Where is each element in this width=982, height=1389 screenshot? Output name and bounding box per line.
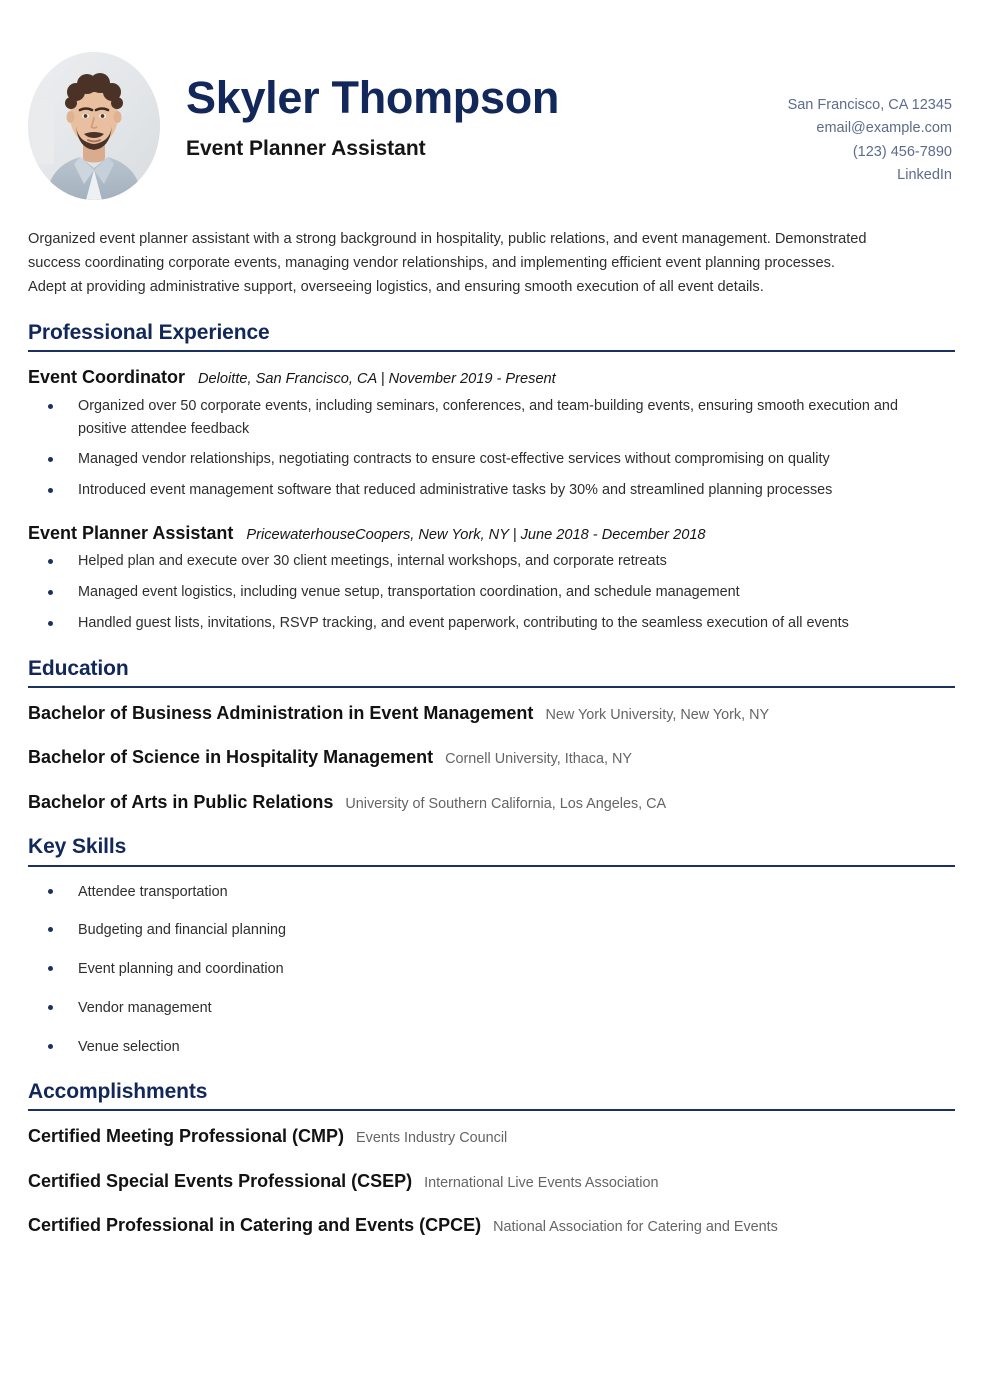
experience-job-title: Event Coordinator xyxy=(28,367,186,388)
list-item: Helped plan and execute over 30 client m… xyxy=(28,550,954,573)
accomplishment-name: Certified Special Events Professional (C… xyxy=(28,1170,413,1191)
education-institution: Cornell University, Ithaca, NY xyxy=(445,751,632,768)
profile-photo xyxy=(28,52,160,200)
experience-heading: Event Coordinator Deloitte, San Francisc… xyxy=(28,366,954,389)
accomplishment-issuer: International Live Events Association xyxy=(424,1174,659,1191)
education-item: Bachelor of Science in Hospitality Manag… xyxy=(28,746,954,769)
list-item: Event planning and coordination xyxy=(28,958,954,981)
experience-company-dates: Deloitte, San Francisco, CA | November 2… xyxy=(198,371,556,388)
education-degree: Bachelor of Science in Hospitality Manag… xyxy=(28,747,434,768)
education-institution: University of Southern California, Los A… xyxy=(345,795,667,812)
education-item: Bachelor of Business Administration in E… xyxy=(28,702,954,725)
contact-email[interactable]: email@example.com xyxy=(788,117,952,140)
section-divider xyxy=(28,350,955,353)
accomplishment-issuer: Events Industry Council xyxy=(356,1130,508,1147)
contact-linkedin[interactable]: LinkedIn xyxy=(788,164,952,187)
education-degree: Bachelor of Business Administration in E… xyxy=(28,702,534,723)
list-item: Handled guest lists, invitations, RSVP t… xyxy=(28,612,954,635)
section-divider xyxy=(28,864,955,867)
resume-header: Skyler Thompson Event Planner Assistant … xyxy=(28,0,954,210)
page-title: Skyler Thompson xyxy=(186,72,560,123)
experience-bullet-list: Organized over 50 corporate events, incl… xyxy=(28,395,954,502)
contact-phone[interactable]: (123) 456-7890 xyxy=(788,141,952,164)
accomplishment-name: Certified Professional in Catering and E… xyxy=(28,1215,482,1236)
professional-summary: Organized event planner assistant with a… xyxy=(28,231,867,295)
experience-item: Event Coordinator Deloitte, San Francisc… xyxy=(28,366,954,502)
accomplishment-item: Certified Special Events Professional (C… xyxy=(28,1170,954,1193)
section-heading-education: Education xyxy=(28,656,129,680)
section-heading-accomplishments: Accomplishments xyxy=(28,1080,208,1104)
education-item: Bachelor of Arts in Public Relations Uni… xyxy=(28,791,954,814)
section-divider xyxy=(28,685,955,688)
list-item: Organized over 50 corporate events, incl… xyxy=(28,395,954,441)
education-institution: New York University, New York, NY xyxy=(545,706,770,723)
section-heading-experience: Professional Experience xyxy=(28,321,270,345)
experience-company-dates: PricewaterhouseCoopers, New York, NY | J… xyxy=(246,526,706,543)
list-item: Budgeting and financial planning xyxy=(28,919,954,942)
experience-item: Event Planner Assistant PricewaterhouseC… xyxy=(28,522,954,635)
list-item: Introduced event management software tha… xyxy=(28,479,954,502)
education-degree: Bachelor of Arts in Public Relations xyxy=(28,791,334,812)
experience-job-title: Event Planner Assistant xyxy=(28,522,234,543)
section-divider xyxy=(28,1109,955,1112)
list-item: Managed vendor relationships, negotiatin… xyxy=(28,448,954,471)
accomplishment-item: Certified Professional in Catering and E… xyxy=(28,1214,954,1237)
experience-bullet-list: Helped plan and execute over 30 client m… xyxy=(28,550,954,634)
section-professional-experience: Professional Experience Event Coordinato… xyxy=(28,321,955,635)
list-item: Attendee transportation xyxy=(28,881,954,904)
contact-location: San Francisco, CA 12345 xyxy=(787,97,952,113)
section-heading-skills: Key Skills xyxy=(28,835,127,859)
accomplishment-item: Certified Meeting Professional (CMP) Eve… xyxy=(28,1125,954,1148)
list-item: Vendor management xyxy=(28,997,954,1020)
accomplishment-issuer: National Association for Catering and Ev… xyxy=(493,1219,778,1236)
section-education: Education Bachelor of Business Administr… xyxy=(28,656,955,814)
resume-page: Skyler Thompson Event Planner Assistant … xyxy=(0,0,982,1389)
contact-block: San Francisco, CA 12345 email@example.co… xyxy=(788,52,954,188)
accomplishment-name: Certified Meeting Professional (CMP) xyxy=(28,1126,345,1147)
list-item: Managed event logistics, including venue… xyxy=(28,581,954,604)
experience-heading: Event Planner Assistant PricewaterhouseC… xyxy=(28,522,954,545)
skills-list: Attendee transportation Budgeting and fi… xyxy=(28,881,954,1059)
list-item: Venue selection xyxy=(28,1036,954,1059)
section-key-skills: Key Skills Attendee transportation Budge… xyxy=(28,835,955,1059)
identity-block: Skyler Thompson Event Planner Assistant xyxy=(186,52,788,161)
job-subtitle: Event Planner Assistant xyxy=(186,137,426,161)
section-accomplishments: Accomplishments Certified Meeting Profes… xyxy=(28,1080,955,1237)
